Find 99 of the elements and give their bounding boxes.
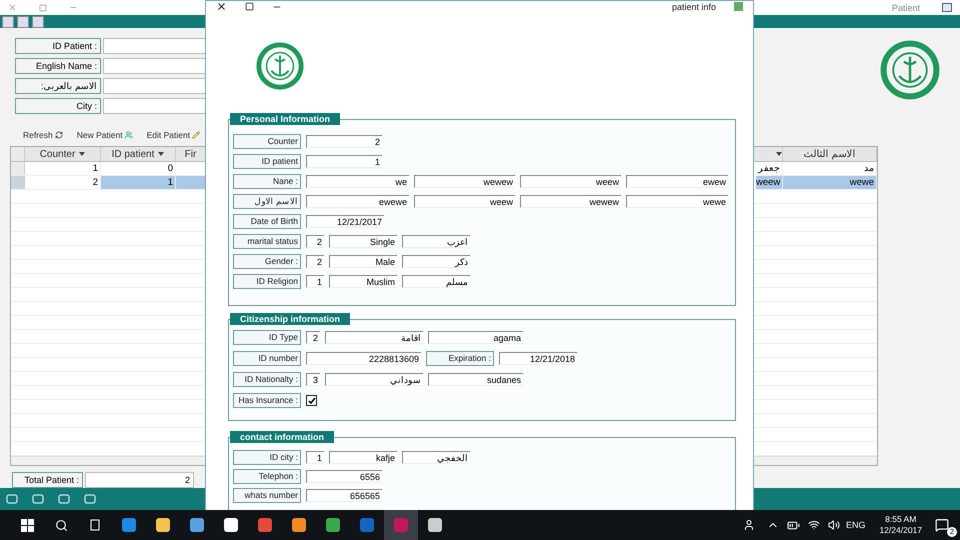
value-field: weew (520, 175, 621, 188)
field-label: Has Insurance : (233, 393, 301, 408)
notification-icon[interactable] (935, 518, 949, 532)
value-field: 1 (306, 451, 324, 464)
value-field: Male (329, 255, 397, 268)
field-label: :الاسم بالعربى (15, 78, 101, 94)
field-label: Telephon : (233, 469, 301, 484)
value-field: 1 (306, 275, 324, 288)
dialog-title: patient info (672, 2, 716, 12)
logo-drawing (256, 42, 304, 90)
social-icon[interactable] (32, 493, 44, 505)
field-label: Total Patient : (12, 472, 83, 488)
table-cell: 1 (101, 176, 176, 189)
value-field: agama (428, 331, 523, 344)
value-field: wewe (626, 195, 728, 208)
close-icon[interactable] (216, 1, 227, 12)
value-field: سوداني (325, 373, 423, 386)
field-label: Date of Birth (233, 214, 301, 229)
maximize-icon[interactable] (245, 2, 254, 11)
value-field: ذكر (402, 255, 470, 268)
search-icon (54, 518, 68, 532)
value-field: ewewe (306, 195, 409, 208)
social-icon[interactable] (58, 493, 70, 505)
field-label: ID Nationalty : (233, 372, 301, 387)
checkbox[interactable] (306, 395, 317, 406)
field-label: ID patient (233, 154, 301, 169)
people-icon[interactable] (742, 519, 755, 531)
pencil-icon (192, 130, 200, 138)
value-field: weew (414, 195, 515, 208)
field-label: ID Patient : (15, 38, 101, 54)
table-cell: weew (756, 176, 783, 189)
form-icon (942, 3, 952, 12)
form-button[interactable] (32, 16, 44, 28)
dropdown-arrow-icon[interactable] (79, 152, 86, 156)
value-field: 656565 (306, 489, 382, 502)
field-label: الاسم الاول (233, 194, 301, 209)
logo-drawing (880, 40, 940, 100)
table-cell: جعفر (756, 162, 783, 175)
value-field: مسلم (402, 275, 470, 288)
section-title: Citizenship information (230, 313, 350, 325)
value-field: 12/21/2017 (306, 215, 384, 228)
dropdown-arrow-icon[interactable] (776, 152, 782, 156)
total-field: 2 (85, 472, 194, 488)
value-field: 12/21/2018 (499, 352, 577, 365)
value-field: 2 (306, 331, 320, 344)
value-field: ewew (626, 175, 728, 188)
field-label: ID number (233, 351, 301, 366)
field-label: marital status (233, 234, 301, 249)
value-field: Muslim (329, 275, 397, 288)
table-cell: wewe (783, 176, 877, 189)
value-field: wewew (520, 195, 621, 208)
section-title: Personal Information (230, 113, 340, 125)
column-header[interactable]: ID patient (101, 147, 176, 161)
windows-icon (20, 518, 34, 532)
window-title: Patient (892, 2, 920, 12)
social-icon[interactable] (84, 493, 96, 505)
refresh-icon (54, 130, 63, 138)
people-icon (124, 130, 133, 138)
field-label: Expiration : (426, 351, 494, 366)
field-label: ID Religion (233, 274, 301, 289)
column-header[interactable]: Counter (25, 147, 101, 161)
toolbar-button[interactable]: Refresh (23, 130, 63, 140)
field-label: whats number (233, 488, 301, 503)
value-field: Single (329, 235, 397, 248)
value-field: 1 (306, 155, 382, 168)
task-view-icon (88, 519, 102, 531)
value-field: الخفجي (402, 451, 470, 464)
toolbar-button[interactable]: New Patient (76, 130, 133, 140)
value-field: اقامة (325, 331, 423, 344)
value-field: sudanes (428, 373, 523, 386)
battery-icon[interactable] (786, 518, 800, 532)
dropdown-arrow-icon[interactable] (158, 152, 164, 156)
field-label: ID city : (233, 450, 301, 465)
volume-icon[interactable] (828, 519, 840, 531)
form-icon (734, 2, 743, 11)
field-label: Gender : (233, 254, 301, 269)
value-field: 2 (306, 255, 324, 268)
dropdown-button[interactable] (17, 16, 29, 28)
column-header[interactable]: الاسم الثالث (783, 147, 877, 161)
value-field: 3 (306, 373, 320, 386)
field-label: ID Type (233, 330, 301, 345)
toolbar-button[interactable]: Edit Patient (146, 130, 200, 140)
value-field: we (306, 175, 409, 188)
value-field: 2 (306, 235, 324, 248)
menu-button[interactable] (2, 16, 14, 28)
language-indicator[interactable]: ENG (846, 520, 866, 530)
field-label: Counter (233, 134, 301, 149)
field-label: English Name : (15, 58, 101, 74)
field-label: City : (15, 98, 101, 114)
field-label: Nane : (233, 174, 301, 189)
clock[interactable]: 8:55 AM 12/24/2017 (879, 514, 922, 536)
value-field: 6556 (306, 470, 382, 483)
value-field: kafje (329, 451, 397, 464)
value-field: 2228813609 (306, 352, 421, 365)
social-icon[interactable] (6, 493, 18, 505)
value-field: wewew (414, 175, 515, 188)
value-field: 2 (306, 135, 382, 148)
section-title: contact information (230, 431, 334, 443)
value-field: اعزب (402, 235, 470, 248)
